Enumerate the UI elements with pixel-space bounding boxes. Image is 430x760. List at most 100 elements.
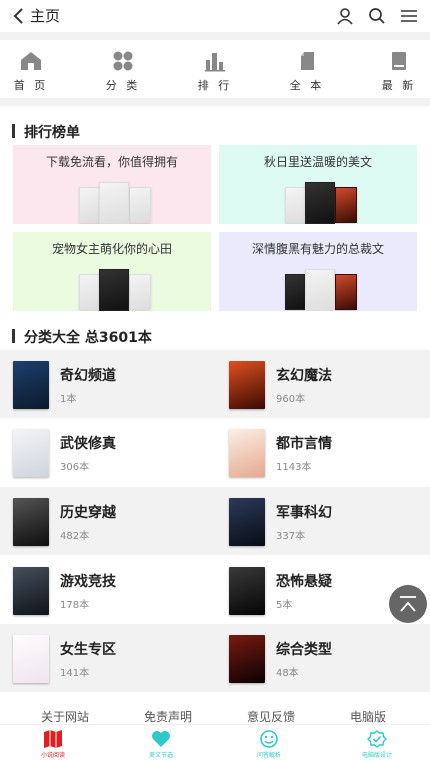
rank-card-title: 下载免流看，你值得拥有 [45,155,178,169]
category-fantasy[interactable]: 奇幻频道 1本 [0,350,215,418]
category-cover [229,635,265,683]
home-icon [21,52,41,70]
category-count: 5本 [276,600,293,611]
nav-home[interactable]: 首 页 [1,40,61,98]
category-cover [229,429,265,477]
rank-card[interactable]: 秋日里送温暖的美文 [219,145,417,224]
divider [0,32,430,40]
nav-complete[interactable]: 全 本 [277,40,337,98]
category-name: 都市言情 [276,436,332,452]
book-cover [305,269,335,311]
badge-check-icon [367,730,387,748]
new-book-icon [392,52,406,70]
category-name: 综合类型 [276,642,332,658]
nav-latest[interactable]: 最 新 [369,40,429,98]
smile-icon [260,730,278,748]
footer-link-disclaimer[interactable]: 免责声明 [144,708,192,725]
category-name: 武侠修真 [60,436,116,452]
book-cover [79,274,101,310]
category-name: 玄幻魔法 [276,368,332,384]
category-cover [13,429,49,477]
rank-card-title: 深情腹黑有魅力的总裁文 [251,242,384,256]
category-row: 游戏竞技 178本 恐怖悬疑 5本 [0,556,430,624]
book-cover [99,269,129,311]
category-row: 女生专区 141本 综合类型 48本 [0,624,430,692]
category-count: 1143本 [276,462,312,473]
category-cover [229,498,265,546]
category-name: 军事科幻 [276,505,332,521]
category-name: 恐怖悬疑 [276,574,332,590]
category-cover [13,498,49,546]
tab-label: 美文节选 [148,752,173,759]
ranking-section-title: 排行榜单 [12,122,80,142]
menu-icon[interactable] [399,6,419,26]
category-wuxia[interactable]: 武侠修真 306本 [0,418,215,486]
category-count: 960本 [276,394,306,405]
book-cover [129,187,151,223]
category-count: 141本 [60,668,90,679]
rank-card[interactable]: 下载免流看，你值得拥有 [13,145,211,224]
category-count: 1本 [60,394,77,405]
book-cover [305,182,335,224]
tab-novel[interactable]: 小说阅读 [23,725,83,760]
book-cover [335,187,357,223]
category-count: 337本 [276,531,306,542]
chevron-left-icon[interactable] [12,7,26,25]
category-row: 武侠修真 306本 都市言情 1143本 [0,418,430,486]
nav-ranking[interactable]: 排 行 [185,40,245,98]
book-cover [285,274,307,310]
category-military[interactable]: 军事科幻 337本 [216,487,430,555]
tab-desktop[interactable]: 电脑版设计 [347,725,407,760]
category-history[interactable]: 历史穿越 482本 [0,487,215,555]
category-cover [229,361,265,409]
nav-label: 全 本 [289,79,325,92]
main-nav: 首 页 分 类 排 行 全 本 最 新 [0,40,430,98]
book-cover [79,187,101,223]
category-row: 奇幻频道 1本 玄幻魔法 960本 [0,350,430,418]
nav-category[interactable]: 分 类 [93,40,153,98]
map-book-icon [44,730,62,748]
category-xuanhuan[interactable]: 玄幻魔法 960本 [216,350,430,418]
category-cover [229,567,265,615]
footer-link-desktop[interactable]: 电脑版 [350,708,386,725]
rank-card[interactable]: 深情腹黑有魅力的总裁文 [219,232,417,311]
category-count: 48本 [276,668,299,679]
category-games[interactable]: 游戏竞技 178本 [0,556,215,624]
user-icon[interactable] [335,6,355,26]
tab-label: 电脑版设计 [361,752,392,759]
category-row: 历史穿越 482本 军事科幻 337本 [0,487,430,555]
category-count: 306本 [60,462,90,473]
search-icon[interactable] [367,6,387,26]
category-cover [13,635,49,683]
category-name: 游戏竞技 [60,574,116,590]
category-section-title: 分类大全 总3601本 [12,327,152,347]
footer-link-about[interactable]: 关于网站 [41,708,89,725]
nav-label: 分 类 [105,79,141,92]
category-total: 总3601本 [84,330,152,346]
heart-icon [152,731,170,747]
tab-label: 问答解析 [256,752,281,759]
book-cover [335,274,357,310]
nav-label: 最 新 [381,79,417,92]
category-urban[interactable]: 都市言情 1143本 [216,418,430,486]
page-title: 主页 [30,7,61,25]
grid-icon [113,51,133,71]
nav-label: 首 页 [13,79,49,92]
category-general[interactable]: 综合类型 48本 [216,624,430,692]
category-cover [13,361,49,409]
tab-label: 小说阅读 [40,752,65,759]
top-bar: 主页 [0,0,430,32]
category-count: 482本 [60,531,90,542]
category-cover [13,567,49,615]
bar-chart-icon [205,53,225,72]
footer-link-feedback[interactable]: 意见反馈 [247,708,295,725]
book-cover [285,187,307,223]
category-female[interactable]: 女生专区 141本 [0,624,215,692]
scroll-to-top-button[interactable] [389,585,427,623]
tab-qa[interactable]: 问答解析 [239,725,299,760]
category-count: 178本 [60,600,90,611]
tab-essays[interactable]: 美文节选 [131,725,191,760]
divider [0,98,430,106]
rank-card-title: 秋日里送温暖的美文 [263,155,372,169]
rank-card[interactable]: 宠物女主萌化你的心田 [13,232,211,311]
